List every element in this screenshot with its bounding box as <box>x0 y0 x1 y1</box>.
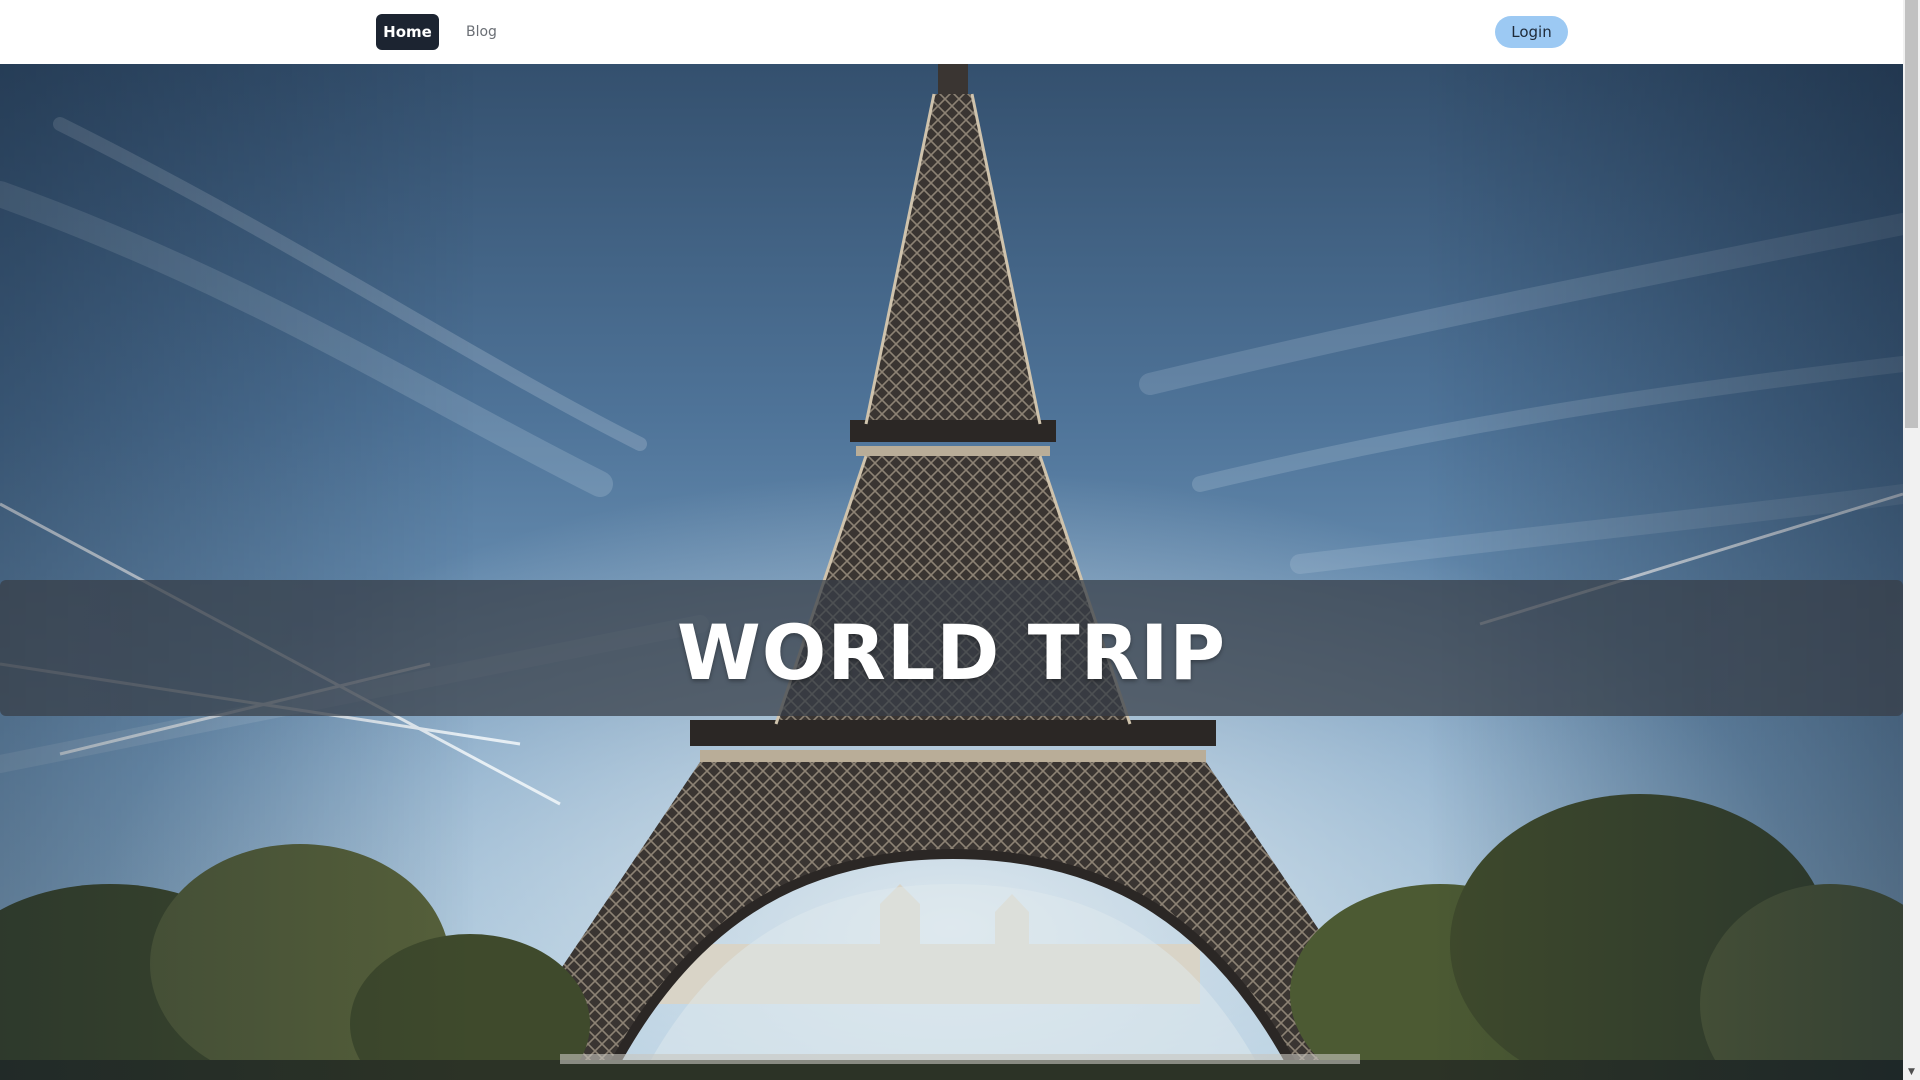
scrollbar-thumb[interactable] <box>1905 0 1918 428</box>
hero-background-image <box>0 64 1903 1080</box>
nav-blog-link[interactable]: Blog <box>466 14 497 50</box>
page-scrollbar[interactable]: ▼ <box>1903 0 1920 1080</box>
hero-section: WORLD TRIP <box>0 64 1903 1080</box>
scroll-down-arrow-icon[interactable]: ▼ <box>1903 1063 1920 1080</box>
hero-title: WORLD TRIP <box>676 607 1227 697</box>
login-button[interactable]: Login <box>1495 16 1568 48</box>
hero-title-band: WORLD TRIP <box>0 580 1903 716</box>
top-navbar: Home Blog Login <box>0 0 1903 64</box>
nav-home-link[interactable]: Home <box>376 14 439 50</box>
